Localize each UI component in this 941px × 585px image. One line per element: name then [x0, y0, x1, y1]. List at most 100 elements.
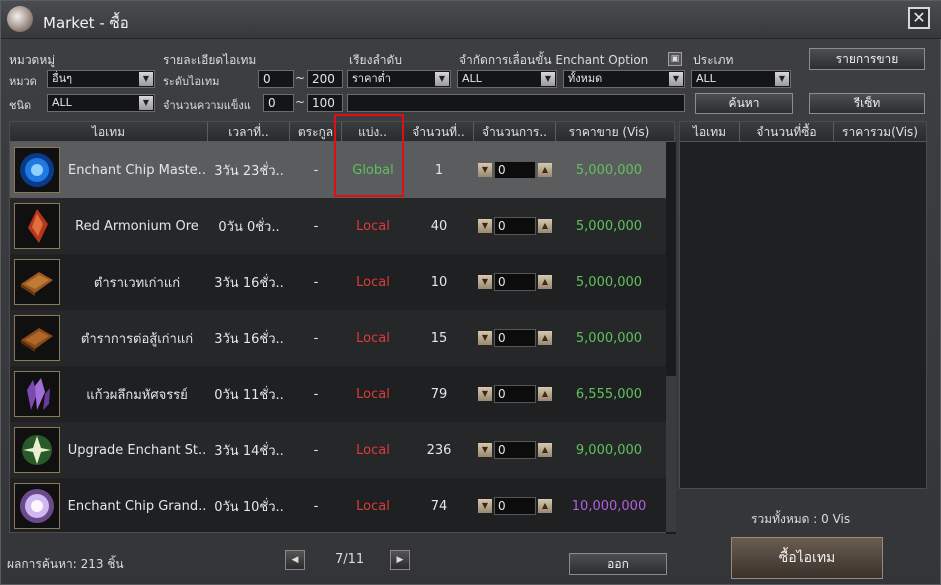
scroll-thumb[interactable] [666, 376, 676, 532]
col-quantity[interactable]: จำนวนการ.. [474, 122, 556, 142]
price-cell: 5,000,000 [575, 218, 643, 234]
category-group-label: หมวดหมู่ [9, 53, 56, 67]
item-cell[interactable]: ตำราเวทเก่าแก่ [10, 254, 208, 310]
decrease-icon[interactable]: ▼ [478, 275, 492, 289]
title-bar: Market - ซื้อ ✕ [1, 1, 941, 39]
increase-icon[interactable]: ▲ [538, 387, 552, 401]
prev-page-button[interactable]: ◀ [285, 550, 305, 570]
item-level-min-input[interactable]: 0 [258, 70, 294, 88]
next-page-button[interactable]: ▶ [390, 550, 410, 570]
quantity-input[interactable]: 0 [494, 329, 536, 347]
upgrade-enchant-stone-icon[interactable] [14, 427, 60, 473]
quantity-stepper[interactable]: ▼ 0 ▲ [478, 497, 552, 515]
quantity-stepper[interactable]: ▼ 0 ▲ [478, 273, 552, 291]
sell-list-button[interactable]: รายการขาย [809, 48, 925, 70]
time-cell: 3วัน 23ชั่ว.. [214, 163, 284, 179]
quantity-stepper[interactable]: ▼ 0 ▲ [478, 441, 552, 459]
item-cell[interactable]: Upgrade Enchant St.. [10, 422, 208, 478]
col-time[interactable]: เวลาที่.. [208, 122, 290, 142]
cart-col-total[interactable]: ราคารวม(Vis) [834, 122, 926, 142]
table-row[interactable]: Enchant Chip Grand.. 0วัน 10ชั่ว.. - Local 7… [10, 478, 674, 534]
table-row[interactable]: ตำราการต่อสู้เก่าแก่ 3วัน 16ชั่ว.. - Local 1… [10, 310, 674, 366]
item-cell[interactable]: Red Armonium Ore [10, 198, 208, 254]
time-cell: 0วัน 11ชั่ว.. [214, 387, 284, 403]
kind-value: ALL [696, 72, 716, 85]
table-row[interactable]: Upgrade Enchant St.. 3วัน 14ชั่ว.. - Local 2… [10, 422, 674, 478]
quantity-stepper[interactable]: ▼ 0 ▲ [478, 217, 552, 235]
price-cell: 6,555,000 [575, 386, 643, 402]
increase-icon[interactable]: ▲ [538, 163, 552, 177]
item-cell[interactable]: ตำราการต่อสู้เก่าแก่ [10, 310, 208, 366]
item-level-max-input[interactable]: 200 [307, 70, 343, 88]
kind-select[interactable]: ALL ▼ [691, 70, 791, 88]
col-price[interactable]: ราคาขาย (Vis) [556, 122, 662, 142]
durability-min-input[interactable]: 0 [263, 94, 294, 112]
buy-item-button[interactable]: ซื้อไอเทม [731, 537, 883, 579]
type-value: ALL [52, 96, 72, 109]
search-button[interactable]: ค้นหา [695, 93, 793, 114]
enchant-select[interactable]: ALL ▼ [457, 70, 557, 88]
decrease-icon[interactable]: ▼ [478, 499, 492, 513]
decrease-icon[interactable]: ▼ [478, 443, 492, 457]
quantity-input[interactable]: 0 [494, 161, 536, 179]
results-count: ผลการค้นหา: 213 ชิ้น [7, 557, 124, 571]
durability-max-input[interactable]: 100 [307, 94, 343, 112]
increase-icon[interactable]: ▲ [538, 499, 552, 513]
quantity-input[interactable]: 0 [494, 497, 536, 515]
table-row[interactable]: ตำราเวทเก่าแก่ 3วัน 16ชั่ว.. - Local 10 ▼ 0 ▲ 5,… [10, 254, 674, 310]
count-cell: 74 [430, 498, 448, 514]
item-name-search-input[interactable] [347, 94, 685, 112]
chevron-down-icon: ▼ [139, 72, 153, 86]
reset-button[interactable]: รีเซ็ท [809, 93, 925, 114]
kind-label: ประเภท [693, 53, 734, 67]
type-select[interactable]: ALL ▼ [47, 94, 155, 112]
red-armonium-ore-icon[interactable] [14, 203, 60, 249]
quantity-stepper[interactable]: ▼ 0 ▲ [478, 385, 552, 403]
close-button[interactable]: ✕ [908, 7, 930, 29]
family-cell: - [313, 274, 319, 290]
enchant-chip-master-icon[interactable] [14, 147, 60, 193]
item-cell[interactable]: Enchant Chip Maste.. [10, 142, 208, 198]
table-row[interactable]: Red Armonium Ore 0วัน 0ชั่ว.. - Local 40 ▼ 0 ▲ 5… [10, 198, 674, 254]
cart-total: รวมทั้งหมด : 0 Vis [751, 512, 851, 526]
cart-col-quantity[interactable]: จำนวนที่ซื้อ [740, 122, 834, 142]
sort-label: เรียงลำดับ [349, 53, 402, 67]
price-cell: 5,000,000 [575, 274, 643, 290]
time-cell: 3วัน 16ชั่ว.. [214, 275, 284, 291]
quantity-cell: ▼ 0 ▲ [474, 422, 556, 478]
price-cell: 5,000,000 [575, 162, 643, 178]
table-row[interactable]: แก้วผลึกมหัศจรรย์ 0วัน 11ชั่ว.. - Local 79 ▼ 0… [10, 366, 674, 422]
chevron-down-icon: ▼ [139, 96, 153, 110]
quantity-input[interactable]: 0 [494, 441, 536, 459]
time-cell: 0วัน 10ชั่ว.. [214, 499, 284, 515]
increase-icon[interactable]: ▲ [538, 331, 552, 345]
cart-col-item[interactable]: ไอเทม [680, 122, 740, 142]
help-icon[interactable]: ▣ [668, 52, 682, 66]
quantity-stepper[interactable]: ▼ 0 ▲ [478, 161, 552, 179]
col-item[interactable]: ไอเทม [10, 122, 208, 142]
item-cell[interactable]: Enchant Chip Grand.. [10, 478, 208, 534]
exit-button[interactable]: ออก [569, 553, 667, 575]
enchant-chip-grand-icon[interactable] [14, 483, 60, 529]
increase-icon[interactable]: ▲ [538, 275, 552, 289]
quantity-input[interactable]: 0 [494, 273, 536, 291]
category-select[interactable]: อื่นๆ ▼ [47, 70, 155, 88]
sort-select[interactable]: ราคาต่ำ ▼ [347, 70, 451, 88]
item-cell[interactable]: แก้วผลึกมหัศจรรย์ [10, 366, 208, 422]
increase-icon[interactable]: ▲ [538, 443, 552, 457]
ancient-spellbook-icon[interactable] [14, 259, 60, 305]
ancient-combat-book-icon[interactable] [14, 315, 60, 361]
quantity-stepper[interactable]: ▼ 0 ▲ [478, 329, 552, 347]
magic-crystal-icon[interactable] [14, 371, 60, 417]
quantity-input[interactable]: 0 [494, 217, 536, 235]
enchant-option-select[interactable]: ทั้งหมด ▼ [563, 70, 685, 88]
decrease-icon[interactable]: ▼ [478, 387, 492, 401]
decrease-icon[interactable]: ▼ [478, 163, 492, 177]
increase-icon[interactable]: ▲ [538, 219, 552, 233]
decrease-icon[interactable]: ▼ [478, 219, 492, 233]
listing-scrollbar[interactable] [666, 142, 676, 534]
quantity-input[interactable]: 0 [494, 385, 536, 403]
time-cell: 3วัน 16ชั่ว.. [214, 331, 284, 347]
col-count[interactable]: จำนวนที่.. [404, 122, 474, 142]
decrease-icon[interactable]: ▼ [478, 331, 492, 345]
